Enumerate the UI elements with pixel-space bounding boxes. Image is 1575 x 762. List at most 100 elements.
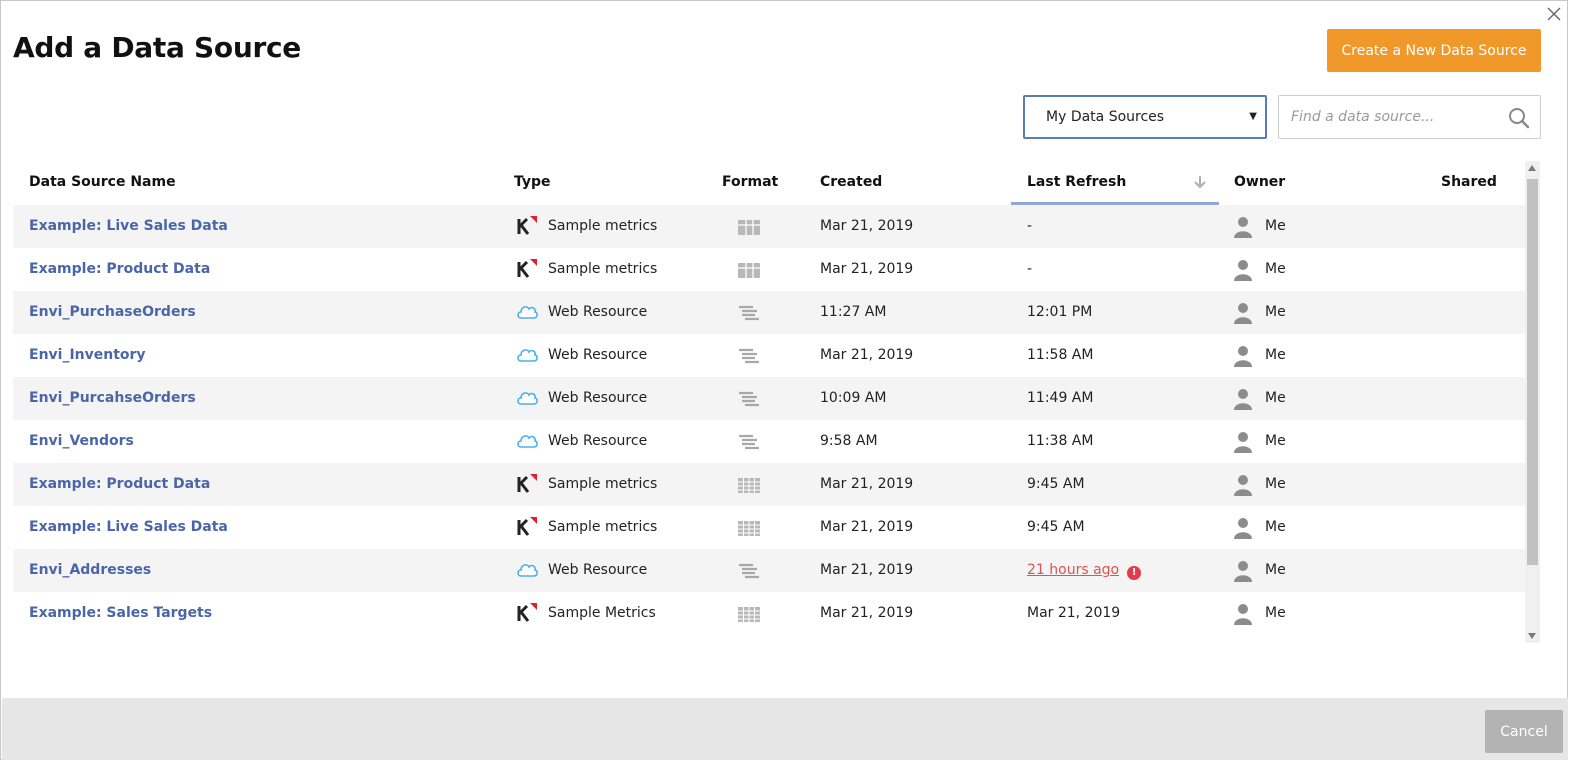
column-header-format[interactable]: Format <box>722 174 778 190</box>
user-icon <box>1233 474 1253 496</box>
created-cell: Mar 21, 2019 <box>820 562 914 578</box>
table-row[interactable]: Envi_Addresses Web Resource Mar 21, 2019 21… <box>13 549 1525 592</box>
created-cell: Mar 21, 2019 <box>820 605 914 621</box>
column-header-name[interactable]: Data Source Name <box>29 174 176 190</box>
klipfolio-icon <box>515 602 539 624</box>
last-refresh-cell: 12:01 PM <box>1027 304 1093 320</box>
user-icon <box>1233 431 1253 453</box>
last-refresh-cell: 21 hours ago! <box>1027 562 1142 580</box>
column-header-owner[interactable]: Owner <box>1234 174 1285 190</box>
type-cell: Web Resource <box>548 390 648 406</box>
table-row[interactable]: Envi_PurchaseOrders Web Resource 11:27 AM 1… <box>13 291 1525 334</box>
type-cell: Sample metrics <box>548 519 658 535</box>
cloud-icon <box>515 559 539 581</box>
scroll-up-arrow[interactable] <box>1528 165 1536 171</box>
column-header-type[interactable]: Type <box>514 174 551 190</box>
last-refresh-cell: 11:49 AM <box>1027 390 1094 406</box>
klipfolio-icon <box>515 215 539 237</box>
data-source-filter-select[interactable]: My Data Sources ▼ <box>1023 95 1267 139</box>
dialog-footer <box>2 698 1568 760</box>
table-row[interactable]: Envi_Vendors Web Resource 9:58 AM 11:38 AM M… <box>13 420 1525 463</box>
table-row[interactable]: Example: Product Data Sample metrics Mar 2… <box>13 248 1525 291</box>
owner-cell: Me <box>1265 261 1286 277</box>
data-source-name-link[interactable]: Envi_Addresses <box>29 562 151 578</box>
data-source-name-link[interactable]: Envi_PurchaseOrders <box>29 304 196 320</box>
owner-cell: Me <box>1265 304 1286 320</box>
cloud-icon <box>515 344 539 366</box>
last-refresh-cell: 9:45 AM <box>1027 476 1085 492</box>
column-header-created[interactable]: Created <box>820 174 882 190</box>
table-row[interactable]: Example: Product Data Sample metrics Mar 2… <box>13 463 1525 506</box>
close-icon[interactable] <box>1545 5 1563 23</box>
column-header-last-refresh[interactable]: Last Refresh <box>1027 174 1126 190</box>
created-cell: Mar 21, 2019 <box>820 218 914 234</box>
table-icon <box>737 262 761 279</box>
data-source-name-link[interactable]: Example: Product Data <box>29 476 210 492</box>
user-icon <box>1233 603 1253 625</box>
search-input[interactable] <box>1291 106 1501 128</box>
data-source-name-link[interactable]: Example: Live Sales Data <box>29 218 228 234</box>
created-cell: Mar 21, 2019 <box>820 519 914 535</box>
search-box <box>1278 95 1541 139</box>
table-row[interactable]: Example: Sales Targets Sample Metrics Mar … <box>13 592 1525 635</box>
owner-cell: Me <box>1265 605 1286 621</box>
tree-icon <box>737 563 761 580</box>
table-row[interactable]: Envi_Inventory Web Resource Mar 21, 2019 11… <box>13 334 1525 377</box>
type-cell: Sample metrics <box>548 261 658 277</box>
type-cell: Sample metrics <box>548 476 658 492</box>
last-refresh-cell: 9:45 AM <box>1027 519 1085 535</box>
scroll-thumb[interactable] <box>1527 179 1538 565</box>
owner-cell: Me <box>1265 347 1286 363</box>
column-header-shared[interactable]: Shared <box>1441 174 1497 190</box>
sort-descending-icon[interactable] <box>1193 174 1207 190</box>
tree-icon <box>737 434 761 451</box>
table-scrollbar[interactable] <box>1525 161 1540 643</box>
last-refresh-cell: - <box>1027 218 1033 234</box>
created-cell: Mar 21, 2019 <box>820 347 914 363</box>
data-source-name-link[interactable]: Envi_Vendors <box>29 433 134 449</box>
created-cell: Mar 21, 2019 <box>820 261 914 277</box>
data-source-name-link[interactable]: Envi_PurcahseOrders <box>29 390 196 406</box>
created-cell: 11:27 AM <box>820 304 887 320</box>
klipfolio-icon <box>515 473 539 495</box>
data-source-name-link[interactable]: Envi_Inventory <box>29 347 146 363</box>
type-cell: Web Resource <box>548 433 648 449</box>
user-icon <box>1233 560 1253 582</box>
data-source-name-link[interactable]: Example: Sales Targets <box>29 605 212 621</box>
last-refresh-warning-link[interactable]: 21 hours ago <box>1027 562 1119 578</box>
user-icon <box>1233 517 1253 539</box>
owner-cell: Me <box>1265 390 1286 406</box>
scroll-down-arrow[interactable] <box>1528 633 1536 639</box>
add-data-source-dialog: Add a Data Source Create a New Data Sour… <box>0 0 1568 760</box>
owner-cell: Me <box>1265 519 1286 535</box>
alert-icon[interactable]: ! <box>1127 566 1142 580</box>
created-cell: 9:58 AM <box>820 433 878 449</box>
type-cell: Sample Metrics <box>548 605 656 621</box>
cancel-button[interactable]: Cancel <box>1485 710 1563 753</box>
user-icon <box>1233 302 1253 324</box>
search-icon[interactable] <box>1507 106 1531 130</box>
user-icon <box>1233 345 1253 367</box>
type-cell: Sample metrics <box>548 218 658 234</box>
owner-cell: Me <box>1265 476 1286 492</box>
type-cell: Web Resource <box>548 562 648 578</box>
table-row[interactable]: Example: Live Sales Data Sample metrics Ma… <box>13 205 1525 248</box>
last-refresh-cell: 11:58 AM <box>1027 347 1094 363</box>
create-data-source-button[interactable]: Create a New Data Source <box>1327 29 1541 72</box>
type-cell: Web Resource <box>548 304 648 320</box>
grid-icon <box>737 520 761 537</box>
table-row[interactable]: Envi_PurcahseOrders Web Resource 10:09 AM 1… <box>13 377 1525 420</box>
type-cell: Web Resource <box>548 347 648 363</box>
klipfolio-icon <box>515 516 539 538</box>
data-source-name-link[interactable]: Example: Product Data <box>29 261 210 277</box>
owner-cell: Me <box>1265 218 1286 234</box>
owner-cell: Me <box>1265 433 1286 449</box>
created-cell: Mar 21, 2019 <box>820 476 914 492</box>
filter-selected-value: My Data Sources <box>1046 109 1165 125</box>
table-row[interactable]: Example: Live Sales Data Sample metrics Ma… <box>13 506 1525 549</box>
table-header: Data Source Name Type Format Created Las… <box>13 161 1525 205</box>
owner-cell: Me <box>1265 562 1286 578</box>
cloud-icon <box>515 301 539 323</box>
data-source-name-link[interactable]: Example: Live Sales Data <box>29 519 228 535</box>
data-source-table: Data Source Name Type Format Created Las… <box>13 161 1541 643</box>
